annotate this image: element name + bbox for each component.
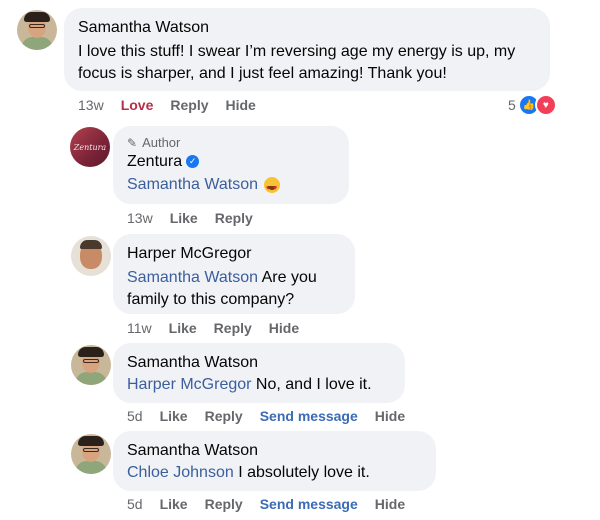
avatar-samantha[interactable]	[71, 345, 111, 385]
send-message-button[interactable]: Send message	[260, 496, 358, 512]
heart-reaction-icon: ♥	[534, 94, 557, 116]
reply-body: No, and I love it.	[251, 376, 372, 393]
hide-button[interactable]: Hide	[375, 408, 405, 424]
heart-eyes-emoji-icon	[264, 176, 281, 200]
commenter-name[interactable]: Samantha Watson	[78, 18, 536, 38]
reply-text: Samantha Watson	[127, 174, 335, 200]
hide-button[interactable]: Hide	[226, 97, 256, 113]
reply-author-name[interactable]: Samantha Watson	[127, 353, 391, 373]
send-message-button[interactable]: Send message	[260, 408, 358, 424]
avatar-harper[interactable]	[71, 236, 111, 276]
mention-link[interactable]: Harper McGregor	[127, 376, 251, 393]
reply-actions: 5d Like Reply Send message Hide	[127, 496, 422, 512]
hide-button[interactable]: Hide	[375, 496, 405, 512]
reply-author-name[interactable]: Harper McGregor	[127, 244, 341, 264]
reply-actions: 5d Like Reply Send message Hide	[127, 408, 422, 424]
reply-button[interactable]: Reply	[215, 210, 253, 226]
reply-text: Chloe Johnson I absolutely love it.	[127, 462, 422, 484]
reply-bubble-samantha: Samantha Watson Chloe Johnson I absolute…	[113, 431, 436, 491]
like-button[interactable]: Like	[160, 408, 188, 424]
reply-text: Samantha Watson Are you family to this c…	[127, 267, 341, 311]
comment-actions: 13w Love Reply Hide	[78, 97, 273, 113]
timestamp[interactable]: 13w	[78, 97, 104, 113]
reaction-summary[interactable]: 5 👍 ♥	[508, 94, 557, 116]
hide-button[interactable]: Hide	[269, 320, 299, 336]
mention-link[interactable]: Chloe Johnson	[127, 464, 234, 481]
avatar-samantha[interactable]	[71, 434, 111, 474]
timestamp[interactable]: 13w	[127, 210, 153, 226]
timestamp[interactable]: 11w	[127, 320, 152, 336]
reply-actions: 11w Like Reply Hide	[127, 320, 316, 336]
like-button[interactable]: Like	[170, 210, 198, 226]
timestamp[interactable]: 5d	[127, 496, 143, 512]
mention-link[interactable]: Samantha Watson	[127, 269, 258, 286]
reply-bubble-zentura: ✎ Author Zentura ✓ Samantha Watson	[113, 126, 349, 204]
reply-author-name[interactable]: Samantha Watson	[127, 441, 422, 461]
author-label: Author	[142, 135, 181, 150]
reply-button[interactable]: Reply	[170, 97, 208, 113]
reply-bubble-harper: Harper McGregor Samantha Watson Are you …	[113, 234, 355, 314]
like-button[interactable]: Like	[169, 320, 197, 336]
like-button[interactable]: Like	[160, 496, 188, 512]
verified-badge-icon: ✓	[186, 155, 200, 169]
reply-button[interactable]: Reply	[214, 320, 252, 336]
author-badge: ✎ Author	[127, 135, 335, 150]
reply-actions: 13w Like Reply	[127, 210, 270, 226]
reply-button[interactable]: Reply	[205, 496, 243, 512]
avatar-samantha[interactable]	[17, 10, 57, 50]
reply-author-name: Zentura ✓	[127, 152, 335, 172]
love-button[interactable]: Love	[121, 97, 154, 113]
mention-link[interactable]: Samantha Watson	[127, 176, 258, 193]
comment-text: I love this stuff! I swear I’m reversing…	[78, 43, 516, 82]
avatar-zentura[interactable]: Zentura	[70, 127, 110, 167]
timestamp[interactable]: 5d	[127, 408, 143, 424]
reaction-count: 5	[508, 97, 516, 113]
reply-button[interactable]: Reply	[205, 408, 243, 424]
reply-text: Harper McGregor No, and I love it.	[127, 374, 391, 396]
zentura-name[interactable]: Zentura	[127, 153, 182, 170]
reply-body: I absolutely love it.	[233, 464, 370, 481]
reply-bubble-samantha: Samantha Watson Harper McGregor No, and …	[113, 343, 405, 403]
zentura-logo-text: Zentura	[73, 142, 107, 152]
pencil-icon: ✎	[127, 135, 138, 150]
comment-bubble: Samantha Watson I love this stuff! I swe…	[64, 8, 550, 91]
